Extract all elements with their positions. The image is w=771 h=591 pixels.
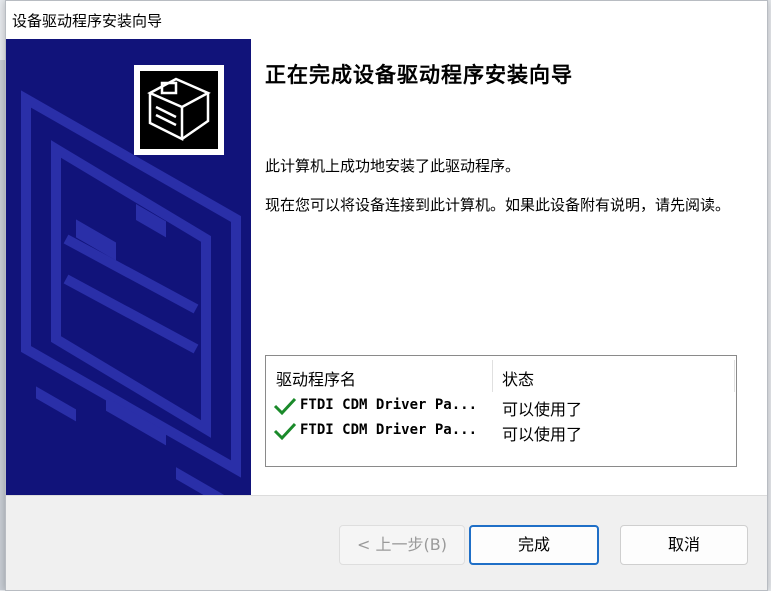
driver-name: FTDI CDM Driver Pa... (300, 422, 478, 438)
driver-list[interactable]: 驱动程序名 状态 FTDI CDM Driver Pa... 可以使用了 FTD… (265, 355, 737, 467)
column-divider[interactable] (734, 360, 735, 392)
driver-install-wizard-dialog: 设备驱动程序安装向导 正在完成设备驱动程序安装向导 此计算机上成功地安装了此驱动… (5, 0, 768, 591)
wizard-content: 正在完成设备驱动程序安装向导 此计算机上成功地安装了此驱动程序。 现在您可以将设… (6, 39, 767, 496)
driver-status: 可以使用了 (502, 425, 583, 444)
page-title: 正在完成设备驱动程序安装向导 (265, 63, 573, 87)
column-header-status[interactable]: 状态 (502, 366, 534, 390)
cancel-button[interactable]: 取消 (620, 525, 748, 565)
column-divider[interactable] (492, 360, 493, 392)
back-button[interactable]: < 上一步(B) (339, 525, 465, 565)
title-bar[interactable]: 设备驱动程序安装向导 (6, 1, 767, 39)
column-header-driver-name[interactable]: 驱动程序名 (276, 366, 356, 390)
green-check-icon (273, 397, 297, 416)
wizard-banner (6, 39, 251, 495)
window-title: 设备驱动程序安装向导 (12, 12, 163, 30)
list-item[interactable]: FTDI CDM Driver Pa... 可以使用了 (266, 419, 736, 444)
finish-button[interactable]: 完成 (469, 525, 599, 565)
list-header: 驱动程序名 状态 (266, 356, 736, 394)
list-item[interactable]: FTDI CDM Driver Pa... 可以使用了 (266, 394, 736, 419)
driver-name: FTDI CDM Driver Pa... (300, 397, 478, 413)
instruction-message: 现在您可以将设备连接到此计算机。如果此设备附有说明，请先阅读。 (265, 196, 731, 214)
green-check-icon (273, 422, 297, 441)
hardware-device-icon (134, 65, 224, 155)
success-message: 此计算机上成功地安装了此驱动程序。 (265, 157, 521, 175)
driver-status: 可以使用了 (502, 400, 583, 419)
